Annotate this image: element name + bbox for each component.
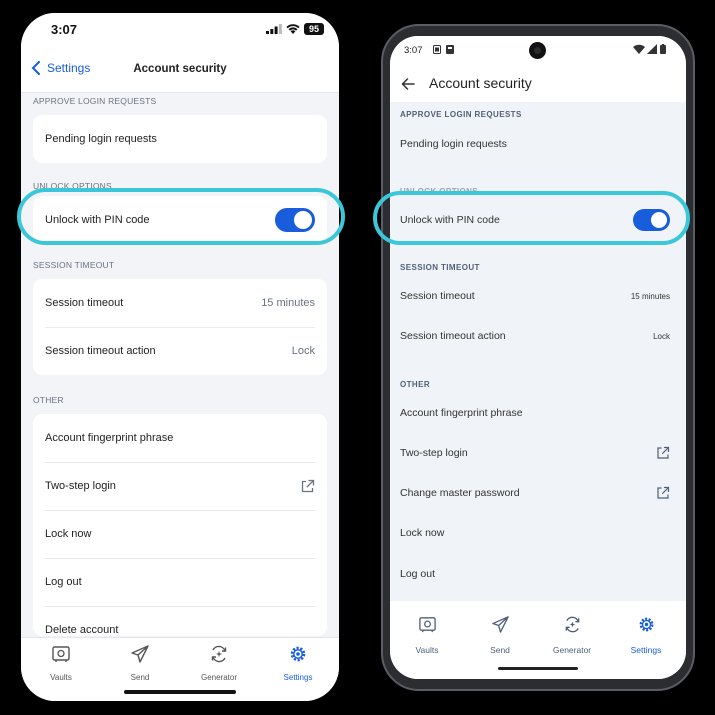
row-label: Two-step login bbox=[400, 447, 468, 459]
ios-tab-bar: Vaults Send Generator Settings bbox=[21, 637, 339, 701]
status-time: 3:07 bbox=[51, 22, 78, 37]
ios-status-bar: 3:07 95 bbox=[21, 13, 339, 47]
wifi-icon bbox=[286, 24, 300, 34]
tab-label: Generator bbox=[552, 645, 592, 655]
session-timeout-row[interactable]: Session timeout 15 minutes bbox=[390, 276, 686, 316]
android-status-bar: 3:07 bbox=[390, 36, 686, 66]
tab-vaults[interactable]: Vaults bbox=[31, 644, 91, 685]
two-step-login-row[interactable]: Two-step login bbox=[390, 433, 686, 473]
row-label: Account fingerprint phrase bbox=[400, 407, 523, 419]
row-label: Pending login requests bbox=[400, 138, 507, 150]
section-other: OTHER bbox=[400, 380, 430, 389]
android-phone-screen: 3:07 Account security APPROVE LOGIN REQU… bbox=[390, 36, 686, 679]
generator-icon bbox=[211, 645, 227, 663]
account-fingerprint-row[interactable]: Account fingerprint phrase bbox=[33, 414, 327, 462]
highlight-ring-android bbox=[373, 191, 690, 245]
row-label: Account fingerprint phrase bbox=[45, 432, 174, 444]
status-time: 3:07 bbox=[404, 45, 423, 56]
tab-label: Settings bbox=[630, 645, 662, 655]
session-card: Session timeout 15 minutes Session timeo… bbox=[33, 279, 327, 375]
approve-card: Pending login requests bbox=[33, 115, 327, 163]
tab-generator[interactable]: Generator bbox=[540, 615, 604, 658]
row-label: Pending login requests bbox=[45, 133, 157, 145]
row-label: Two-step login bbox=[45, 480, 116, 492]
row-label: Change master password bbox=[400, 487, 520, 499]
arrow-left-icon[interactable] bbox=[400, 76, 416, 92]
gesture-bar bbox=[498, 667, 578, 670]
battery-icon bbox=[660, 44, 666, 54]
external-link-icon bbox=[301, 479, 315, 492]
tab-send[interactable]: Send bbox=[468, 615, 532, 658]
ios-phone-screen: 3:07 95 Settings Account security APPROV… bbox=[21, 13, 339, 701]
pending-login-requests-row[interactable]: Pending login requests bbox=[390, 124, 686, 164]
gear-icon bbox=[639, 617, 653, 632]
vault-icon bbox=[52, 646, 70, 662]
tab-settings[interactable]: Settings bbox=[614, 615, 678, 658]
home-indicator bbox=[124, 690, 236, 694]
tab-label: Vaults bbox=[415, 645, 439, 655]
row-label: Session timeout bbox=[45, 297, 124, 309]
tab-send[interactable]: Send bbox=[110, 644, 170, 685]
android-bottom-nav: Vaults Send Generator Settings bbox=[390, 601, 686, 679]
tab-label: Send bbox=[490, 645, 510, 655]
row-value: 15 minutes bbox=[630, 291, 670, 301]
notification-icon-2 bbox=[446, 45, 454, 54]
lock-now-row[interactable]: Lock now bbox=[33, 510, 327, 558]
other-card: Account fingerprint phrase Two-step logi… bbox=[33, 414, 327, 636]
row-label: Session timeout action bbox=[400, 330, 506, 342]
notification-icon bbox=[433, 45, 441, 54]
cellular-signal-icon bbox=[647, 44, 657, 54]
gear-icon bbox=[290, 646, 306, 662]
two-step-login-row[interactable]: Two-step login bbox=[33, 462, 327, 510]
section-approve-login: APPROVE LOGIN REQUESTS bbox=[33, 96, 157, 106]
wifi-icon bbox=[633, 44, 645, 54]
tab-generator[interactable]: Generator bbox=[189, 644, 249, 685]
account-fingerprint-row[interactable]: Account fingerprint phrase bbox=[390, 393, 686, 433]
front-camera bbox=[529, 42, 546, 59]
section-other: OTHER bbox=[33, 395, 64, 405]
session-timeout-action-row[interactable]: Session timeout action Lock bbox=[390, 316, 686, 356]
tab-label: Settings bbox=[283, 673, 313, 682]
row-label: Lock now bbox=[45, 528, 92, 540]
row-label: Log out bbox=[400, 568, 436, 580]
change-master-password-row[interactable]: Change master password bbox=[390, 473, 686, 513]
tab-settings[interactable]: Settings bbox=[268, 644, 328, 685]
row-label: Lock now bbox=[400, 527, 445, 539]
page-title: Account security bbox=[133, 63, 227, 75]
row-value: 15 minutes bbox=[261, 297, 315, 309]
cellular-signal-icon bbox=[266, 24, 282, 34]
tab-vaults[interactable]: Vaults bbox=[395, 615, 459, 658]
tab-label: Vaults bbox=[50, 673, 72, 682]
lock-now-row[interactable]: Lock now bbox=[390, 513, 686, 553]
row-label: Delete account bbox=[45, 624, 119, 636]
section-session-timeout: SESSION TIMEOUT bbox=[33, 260, 115, 270]
log-out-row[interactable]: Log out bbox=[33, 558, 327, 606]
android-top-app-bar: Account security bbox=[390, 66, 686, 102]
generator-icon bbox=[565, 616, 579, 633]
tab-label: Generator bbox=[200, 673, 238, 682]
highlight-ring-ios bbox=[17, 188, 345, 245]
external-link-icon bbox=[657, 446, 670, 459]
send-icon bbox=[491, 616, 509, 633]
section-session-timeout: SESSION TIMEOUT bbox=[400, 263, 480, 272]
row-value: Lock bbox=[291, 345, 315, 357]
delete-account-row[interactable]: Delete account bbox=[33, 606, 327, 636]
row-label: Session timeout action bbox=[45, 345, 156, 357]
pending-login-requests-row[interactable]: Pending login requests bbox=[33, 115, 327, 163]
row-value: Lock bbox=[653, 331, 670, 341]
tab-label: Send bbox=[130, 673, 150, 682]
section-approve-login: APPROVE LOGIN REQUESTS bbox=[400, 110, 522, 119]
vault-icon bbox=[418, 617, 436, 633]
row-label: Session timeout bbox=[400, 290, 475, 302]
external-link-icon bbox=[657, 486, 670, 499]
row-label: Log out bbox=[45, 576, 82, 588]
session-timeout-row[interactable]: Session timeout 15 minutes bbox=[33, 279, 327, 327]
log-out-row[interactable]: Log out bbox=[390, 554, 686, 594]
page-title: Account security bbox=[429, 75, 532, 91]
send-icon bbox=[131, 645, 149, 663]
ios-nav-bar: Settings Account security bbox=[21, 47, 339, 93]
battery-level: 95 bbox=[304, 23, 324, 35]
session-timeout-action-row[interactable]: Session timeout action Lock bbox=[33, 327, 327, 375]
